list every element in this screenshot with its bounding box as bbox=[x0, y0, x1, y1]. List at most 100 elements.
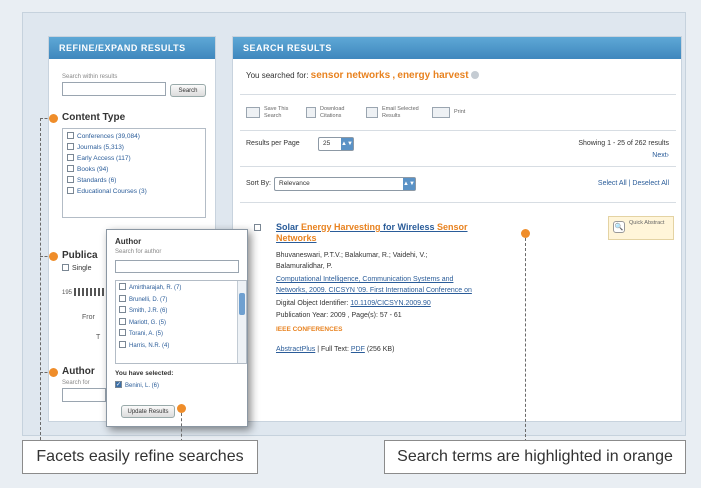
checkbox[interactable] bbox=[67, 165, 74, 172]
checkbox[interactable] bbox=[67, 143, 74, 150]
save-search-button[interactable]: Save This Search bbox=[264, 106, 300, 120]
title-part: Solar bbox=[276, 222, 302, 232]
annotation-dot bbox=[49, 368, 58, 377]
author-option[interactable]: Amirtharajah, R. (7) bbox=[119, 283, 243, 295]
author-option[interactable]: Torani, A. (5) bbox=[119, 329, 243, 341]
result-venue-link[interactable]: Networks, 2009. CICSYN '09. First Intern… bbox=[276, 285, 472, 296]
checkbox[interactable] bbox=[119, 317, 126, 325]
author-option[interactable]: Harris, N.R. (4) bbox=[119, 340, 243, 353]
author-option[interactable]: Smith, J.R. (6) bbox=[119, 306, 243, 318]
single-year-option[interactable]: Single bbox=[62, 264, 91, 272]
results-header: SEARCH RESULTS bbox=[233, 37, 681, 59]
caption-right: Search terms are highlighted in orange bbox=[384, 440, 686, 474]
checkbox-checked[interactable] bbox=[115, 380, 122, 392]
checkbox[interactable] bbox=[119, 294, 126, 302]
print-icon[interactable] bbox=[432, 107, 450, 118]
content-type-item[interactable]: Books (94) bbox=[67, 164, 201, 175]
author-facet-search-label: Search for bbox=[62, 380, 90, 386]
search-within-input[interactable] bbox=[62, 82, 166, 96]
email-icon[interactable] bbox=[366, 107, 378, 118]
print-button[interactable]: Print bbox=[454, 109, 465, 116]
author-facet-input[interactable] bbox=[62, 388, 106, 402]
from-label: Fror bbox=[82, 314, 95, 321]
abstract-plus-link[interactable]: AbstractPlus bbox=[276, 346, 315, 353]
checkbox[interactable] bbox=[67, 132, 74, 139]
doi-link[interactable]: 10.1109/CICSYN.2009.90 bbox=[350, 300, 430, 307]
year-slider[interactable] bbox=[74, 288, 104, 296]
result-authors: Balamuralidhar, P. bbox=[276, 263, 333, 270]
magnifier-icon: 🔍 bbox=[613, 221, 625, 233]
content-type-item[interactable]: Standards (6) bbox=[67, 175, 201, 186]
to-label: T bbox=[96, 334, 101, 341]
annotation-line bbox=[40, 118, 41, 440]
year-slider-label: 195 bbox=[62, 290, 73, 296]
result-venue-link[interactable]: Computational Intelligence, Communicatio… bbox=[276, 274, 453, 285]
title-part: for Wireless bbox=[380, 222, 437, 232]
author-search-input[interactable] bbox=[115, 260, 239, 273]
caption-left: Facets easily refine searches bbox=[22, 440, 258, 474]
doi-label: Digital Object Identifier: bbox=[276, 300, 349, 307]
result-checkbox[interactable] bbox=[254, 224, 261, 231]
update-results-button[interactable]: Update Results bbox=[121, 405, 175, 418]
per-page-select[interactable]: 25 ▲▼ bbox=[318, 137, 354, 151]
author-option[interactable]: Mariott, G. (5) bbox=[119, 317, 243, 330]
content-type-item[interactable]: Conferences (39,084) bbox=[67, 131, 201, 142]
publication-title: Publica bbox=[62, 250, 98, 261]
checkbox[interactable] bbox=[67, 176, 74, 183]
checkbox[interactable] bbox=[119, 340, 126, 348]
fulltext-label: Full Text: bbox=[321, 346, 349, 353]
dropdown-arrow-icon: ▲▼ bbox=[403, 178, 415, 190]
checkbox[interactable] bbox=[119, 329, 126, 336]
sort-value: Relevance bbox=[279, 180, 310, 187]
email-selected-button[interactable]: Email Selected Results bbox=[382, 106, 428, 120]
remove-term-icon[interactable] bbox=[470, 71, 479, 79]
search-term: sensor networks bbox=[310, 70, 391, 81]
refine-header: REFINE/EXPAND RESULTS bbox=[49, 37, 215, 59]
dropdown-arrow-icon: ▲▼ bbox=[341, 138, 353, 150]
content-type-item[interactable]: Educational Courses (3) bbox=[67, 186, 201, 197]
author-option[interactable]: Brunelli, D. (7) bbox=[119, 294, 243, 307]
content-type-title: Content Type bbox=[62, 112, 126, 123]
download-icon[interactable] bbox=[306, 107, 316, 118]
searched-prefix: You searched for: bbox=[246, 71, 309, 80]
author-list: Amirtharajah, R. (7) Brunelli, D. (7) Sm… bbox=[115, 280, 247, 364]
checkbox[interactable] bbox=[119, 283, 126, 290]
select-all-link[interactable]: Select All bbox=[598, 180, 627, 187]
search-term: energy harvest bbox=[397, 70, 469, 81]
checkbox[interactable] bbox=[67, 187, 74, 194]
result-title-link[interactable]: Solar Energy Harvesting for Wireless Sen… bbox=[276, 222, 468, 244]
pdf-link[interactable]: PDF bbox=[351, 346, 365, 353]
result-authors: Bhuvaneswari, P.T.V.; Balakumar, R.; Vai… bbox=[276, 252, 428, 259]
divider bbox=[240, 130, 676, 131]
annotation-line bbox=[525, 238, 526, 442]
author-list-scrollbar[interactable] bbox=[237, 281, 246, 363]
author-popup: Author Search for author Amirtharajah, R… bbox=[106, 229, 248, 427]
content-type-list: Conferences (39,084) Journals (5,313) Ea… bbox=[62, 128, 206, 218]
radio[interactable] bbox=[62, 264, 69, 271]
divider bbox=[240, 166, 676, 167]
quick-abstract-button[interactable]: 🔍 Quick Abstract bbox=[608, 216, 674, 240]
checkbox[interactable] bbox=[67, 154, 74, 161]
searched-for-line: You searched for: sensor networks , ener… bbox=[246, 70, 479, 81]
next-page-link[interactable]: Next› bbox=[652, 152, 669, 159]
fulltext-line: AbstractPlus | Full Text: PDF (256 KB) bbox=[276, 346, 395, 353]
select-links: Select All | Deselect All bbox=[597, 180, 669, 187]
doi-line: Digital Object Identifier: 10.1109/CICSY… bbox=[276, 298, 431, 309]
title-highlight: Sensor bbox=[437, 222, 468, 232]
search-within-label: Search within results bbox=[62, 74, 118, 80]
annotation-dot bbox=[49, 252, 58, 261]
download-citations-button[interactable]: Download Citations bbox=[320, 106, 360, 120]
content-type-item[interactable]: Journals (5,313) bbox=[67, 142, 201, 153]
sort-select[interactable]: Relevance ▲▼ bbox=[274, 177, 416, 191]
content-type-item[interactable]: Early Access (117) bbox=[67, 153, 201, 164]
author-facet-title: Author bbox=[62, 366, 95, 377]
deselect-all-link[interactable]: Deselect All bbox=[632, 180, 669, 187]
selected-label: You have selected: bbox=[115, 370, 174, 377]
search-within-button[interactable]: Search bbox=[170, 84, 206, 97]
popup-search-label: Search for author bbox=[115, 249, 162, 255]
save-search-icon[interactable] bbox=[246, 107, 260, 118]
checkbox[interactable] bbox=[119, 306, 126, 313]
scroll-thumb[interactable] bbox=[239, 293, 245, 315]
selected-author[interactable]: Benini, L. (6) bbox=[115, 380, 159, 393]
divider bbox=[240, 202, 676, 203]
